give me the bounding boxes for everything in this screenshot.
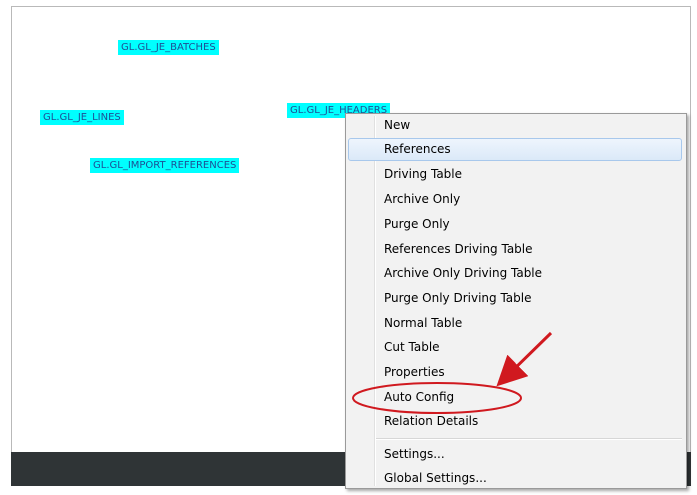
highlight-ellipse: [352, 382, 522, 414]
arrow-icon: [496, 331, 553, 387]
annotation-overlay: [352, 331, 553, 414]
